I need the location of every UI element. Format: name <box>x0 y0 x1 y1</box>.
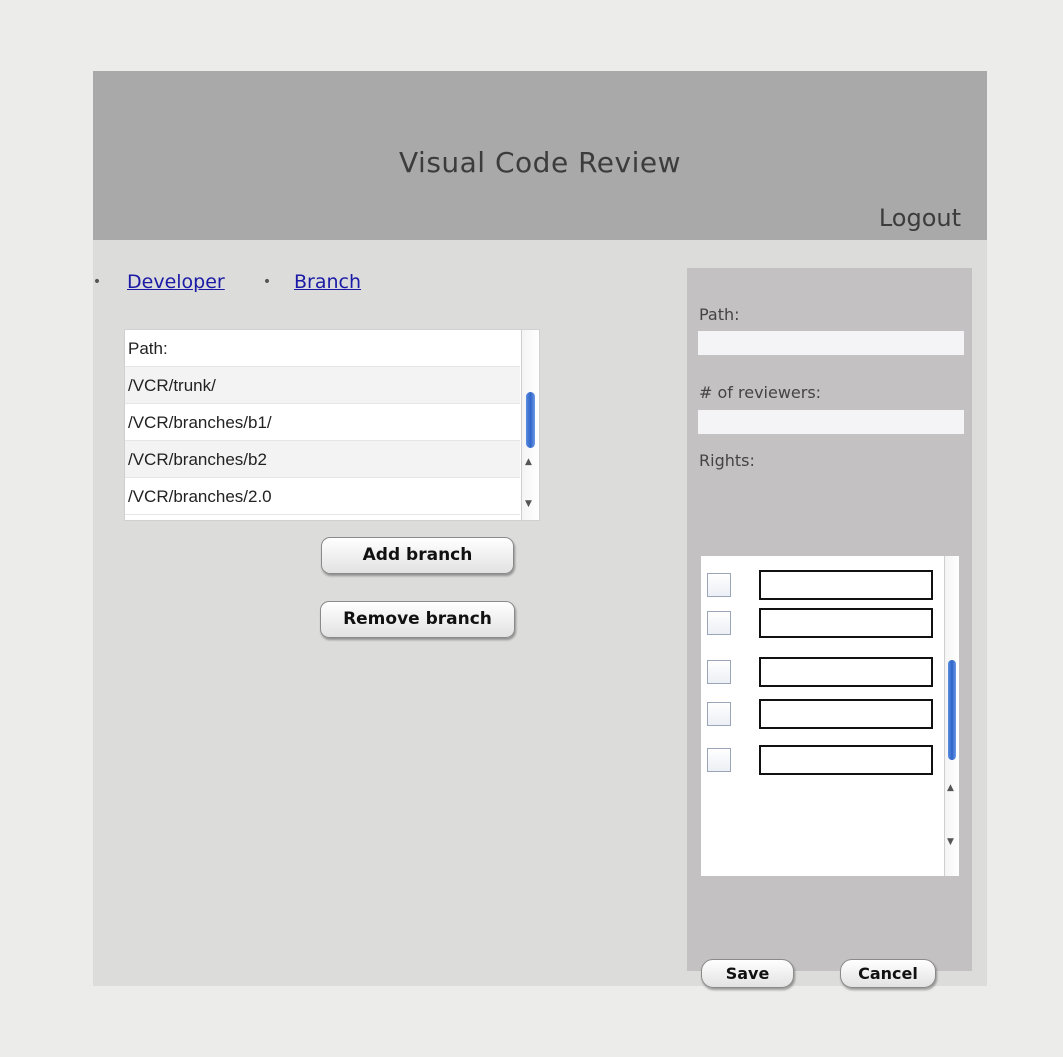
remove-branch-button[interactable]: Remove branch <box>320 601 515 638</box>
list-item[interactable]: /VCR/branches/2.0 <box>125 478 520 515</box>
branch-details-panel: Path: # of reviewers: Rights: ▲ ▼ Save C… <box>687 268 972 988</box>
save-button[interactable]: Save <box>701 959 794 988</box>
list-item[interactable]: /VCR/branches/b1/ <box>125 404 520 441</box>
rights-row <box>707 699 939 733</box>
logout-link[interactable]: Logout <box>879 204 961 232</box>
breadcrumb-branch[interactable]: Branch <box>294 271 361 293</box>
scroll-down-arrow-icon[interactable]: ▼ <box>947 838 954 847</box>
scroll-down-arrow-icon[interactable]: ▼ <box>525 500 532 509</box>
rights-row <box>707 657 939 691</box>
branch-list-scrollbar[interactable]: ▲ ▼ <box>521 330 539 520</box>
rights-checkbox[interactable] <box>707 660 731 684</box>
reviewers-label: # of reviewers: <box>699 383 822 402</box>
rights-input[interactable] <box>759 570 933 600</box>
app-title: Visual Code Review <box>399 146 681 179</box>
rights-input[interactable] <box>759 657 933 687</box>
app-frame: Visual Code Review Logout • Developer • … <box>92 71 987 988</box>
rights-row <box>707 608 939 642</box>
rights-checkbox[interactable] <box>707 702 731 726</box>
rights-input[interactable] <box>759 745 933 775</box>
list-header: Path: <box>125 330 520 367</box>
list-item[interactable]: /VCR/trunk/ <box>125 367 520 404</box>
reviewers-field[interactable] <box>698 410 964 434</box>
scroll-up-arrow-icon[interactable]: ▲ <box>947 784 954 793</box>
bullet-icon: • <box>262 274 272 290</box>
add-branch-button[interactable]: Add branch <box>321 537 514 574</box>
cancel-button[interactable]: Cancel <box>840 959 936 988</box>
rights-list[interactable]: ▲ ▼ <box>701 556 959 876</box>
rights-checkbox[interactable] <box>707 748 731 772</box>
rights-list-scrollbar[interactable]: ▲ ▼ <box>944 556 959 876</box>
scroll-thumb[interactable] <box>948 660 956 760</box>
rights-input[interactable] <box>759 608 933 638</box>
list-item[interactable]: /VCR/branches/b2 <box>125 441 520 478</box>
branch-list[interactable]: Path: /VCR/trunk/ /VCR/branches/b1/ /VCR… <box>124 329 540 521</box>
scroll-up-arrow-icon[interactable]: ▲ <box>525 458 532 467</box>
path-field[interactable] <box>698 331 964 355</box>
rights-row <box>707 570 939 604</box>
app-header: Visual Code Review Logout <box>93 71 987 240</box>
rights-label: Rights: <box>699 451 755 470</box>
rights-input[interactable] <box>759 699 933 729</box>
rights-checkbox[interactable] <box>707 611 731 635</box>
breadcrumb-developer[interactable]: Developer <box>127 271 225 293</box>
rights-row <box>707 745 939 779</box>
rights-checkbox[interactable] <box>707 573 731 597</box>
scroll-thumb[interactable] <box>526 392 535 448</box>
bullet-icon: • <box>92 274 102 290</box>
path-label: Path: <box>699 305 740 324</box>
